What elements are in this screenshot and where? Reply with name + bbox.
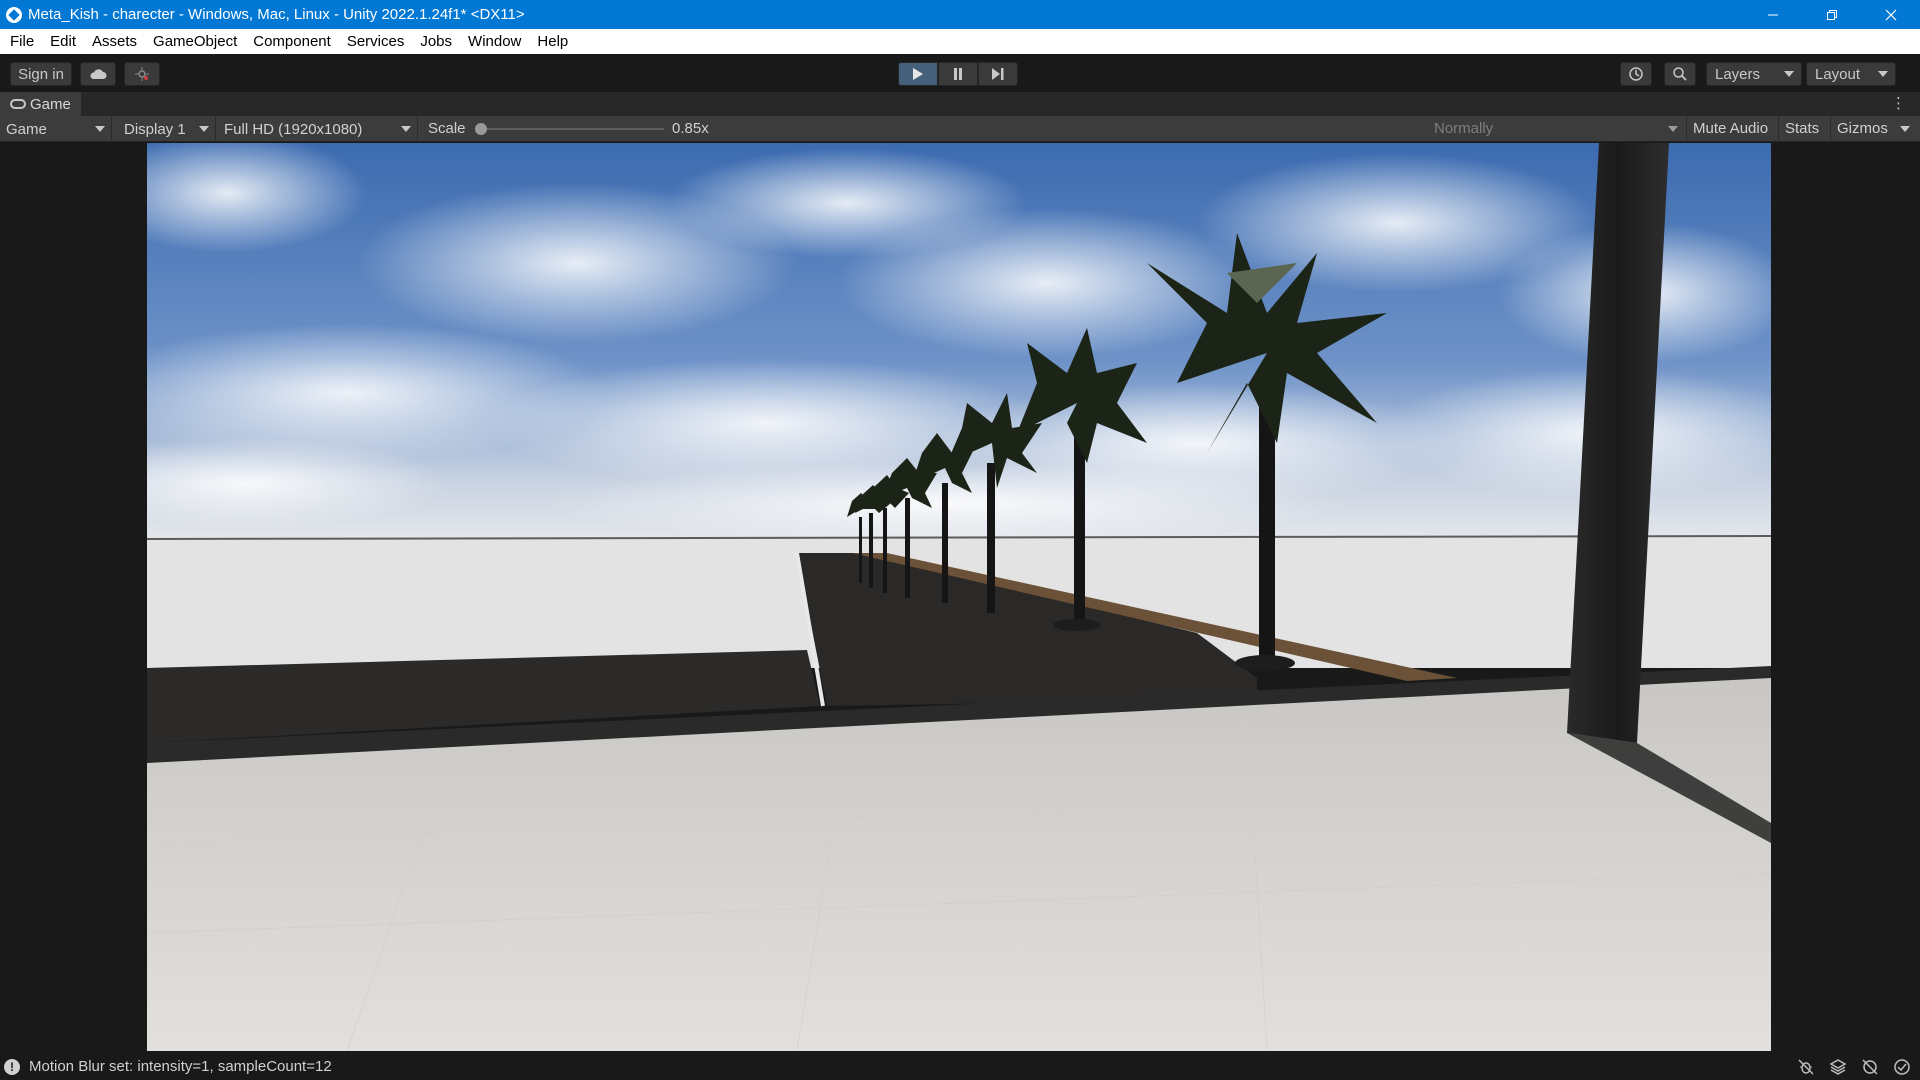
view-type-dropdown[interactable]: Game — [0, 116, 112, 142]
chevron-down-icon — [1878, 71, 1888, 77]
status-bar: ! Motion Blur set: intensity=1, sampleCo… — [0, 1053, 1920, 1080]
gizmos-toggle[interactable]: Gizmos — [1830, 116, 1894, 142]
chevron-down-icon — [1668, 126, 1678, 132]
layout-label: Layout — [1815, 65, 1861, 83]
pause-icon — [954, 68, 962, 80]
game-view-toolbar: Game Display 1 Full HD (1920x1080) Scale… — [0, 116, 1920, 142]
menu-gameobject[interactable]: GameObject — [145, 29, 245, 54]
layout-dropdown[interactable]: Layout — [1806, 62, 1896, 86]
info-icon: ! — [4, 1058, 20, 1075]
scale-value: 0.85x — [672, 120, 709, 137]
cloud-icon — [90, 69, 107, 79]
window-title: Meta_Kish - charecter - Windows, Mac, Li… — [28, 6, 525, 23]
play-button[interactable] — [898, 62, 938, 86]
play-controls — [898, 62, 1018, 86]
menu-component[interactable]: Component — [245, 29, 339, 54]
game-viewport[interactable] — [147, 143, 1771, 1051]
menu-window[interactable]: Window — [460, 29, 529, 54]
layers-dropdown[interactable]: Layers — [1706, 62, 1802, 86]
gamepad-icon — [10, 99, 26, 109]
window-controls — [1743, 0, 1920, 29]
layers-stack-icon[interactable] — [1828, 1058, 1848, 1076]
console-message[interactable]: Motion Blur set: intensity=1, sampleCoun… — [29, 1058, 332, 1075]
game-scene-render — [147, 143, 1771, 1051]
sign-in-button[interactable]: Sign in — [10, 62, 72, 86]
menu-file[interactable]: File — [0, 29, 42, 54]
view-type-label: Game — [6, 120, 47, 138]
tab-game-label: Game — [30, 95, 71, 113]
step-button[interactable] — [978, 62, 1018, 86]
chevron-down-icon — [401, 126, 411, 132]
step-icon — [992, 68, 1004, 80]
search-button[interactable] — [1664, 62, 1696, 86]
pause-button[interactable] — [938, 62, 978, 86]
play-focus-dropdown[interactable]: Normally — [1426, 116, 1684, 142]
cloud-button[interactable] — [80, 62, 116, 86]
mute-audio-toggle[interactable]: Mute Audio — [1686, 116, 1774, 142]
tab-strip: Game ⋮ — [0, 92, 1920, 116]
stats-toggle[interactable]: Stats — [1778, 116, 1825, 142]
play-focus-label: Normally — [1434, 120, 1494, 137]
main-toolbar: Sign in Layers Layout — [0, 54, 1920, 92]
chevron-down-icon — [95, 126, 105, 132]
menu-help[interactable]: Help — [529, 29, 576, 54]
scale-slider-track[interactable] — [480, 128, 664, 130]
collab-button[interactable] — [124, 62, 160, 86]
display-label: Display 1 — [124, 120, 186, 138]
close-icon[interactable] — [1861, 0, 1920, 29]
minimize-icon[interactable] — [1743, 0, 1802, 29]
play-icon — [913, 68, 923, 80]
collab-icon — [135, 67, 149, 81]
history-button[interactable] — [1620, 62, 1652, 86]
menu-jobs[interactable]: Jobs — [412, 29, 460, 54]
scale-label: Scale — [428, 120, 466, 137]
search-icon — [1673, 67, 1687, 81]
unity-logo-icon — [6, 6, 22, 23]
history-icon — [1629, 67, 1643, 81]
bug-icon[interactable] — [1796, 1058, 1816, 1076]
kebab-menu-icon[interactable]: ⋮ — [1891, 96, 1906, 112]
scale-slider-thumb[interactable] — [475, 123, 487, 135]
resolution-dropdown[interactable]: Full HD (1920x1080) — [218, 116, 418, 142]
restore-icon[interactable] — [1802, 0, 1861, 29]
tab-game[interactable]: Game — [0, 92, 81, 116]
menu-services[interactable]: Services — [339, 29, 413, 54]
chevron-down-icon — [1784, 71, 1794, 77]
check-icon[interactable] — [1892, 1058, 1912, 1076]
status-icons — [1796, 1058, 1912, 1076]
resolution-label: Full HD (1920x1080) — [224, 120, 363, 138]
progress-icon[interactable] — [1860, 1058, 1880, 1076]
chevron-down-icon — [199, 126, 209, 132]
display-dropdown[interactable]: Display 1 — [116, 116, 216, 142]
menu-bar: File Edit Assets GameObject Component Se… — [0, 29, 1920, 54]
menu-assets[interactable]: Assets — [84, 29, 145, 54]
title-bar: Meta_Kish - charecter - Windows, Mac, Li… — [0, 0, 1920, 29]
menu-edit[interactable]: Edit — [42, 29, 84, 54]
gizmos-chevron-down-icon[interactable] — [1900, 126, 1910, 132]
layers-label: Layers — [1715, 65, 1761, 83]
